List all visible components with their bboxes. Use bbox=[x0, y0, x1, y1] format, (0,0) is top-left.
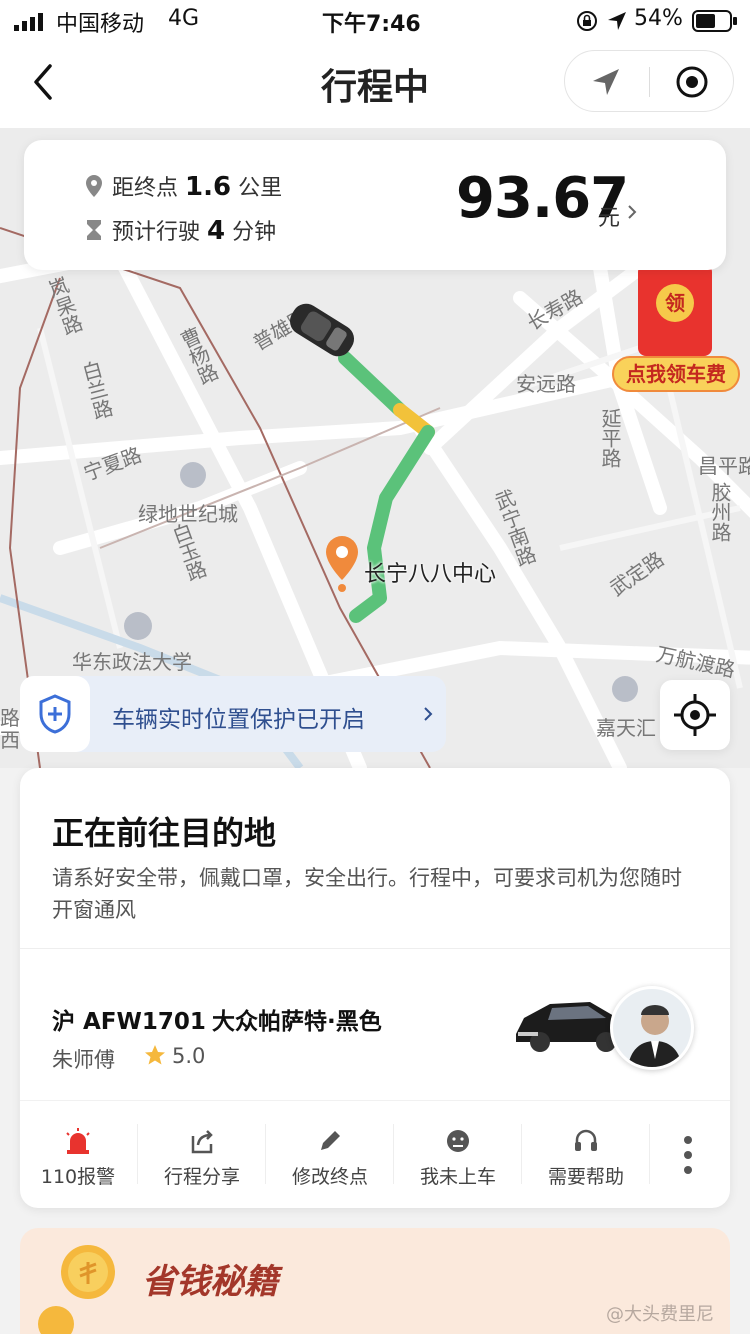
shield-plus-icon bbox=[39, 694, 71, 734]
driver-rating: 5.0 bbox=[172, 1044, 206, 1068]
action-label: 修改终点 bbox=[291, 1166, 368, 1188]
distance-text: 距终点 1.6 公里 bbox=[112, 170, 282, 202]
crosshair-icon bbox=[674, 694, 716, 736]
safety-banner[interactable]: 车辆实时位置保护已开启 bbox=[20, 676, 446, 752]
battery-percent: 54% bbox=[634, 6, 683, 31]
chevron-right-icon bbox=[626, 202, 638, 222]
carrier: 中国移动 bbox=[56, 12, 145, 37]
coin-icon bbox=[58, 1242, 118, 1302]
alarm-icon bbox=[66, 1128, 90, 1154]
face-icon bbox=[447, 1130, 469, 1152]
safety-text: 车辆实时位置保护已开启 bbox=[112, 707, 365, 733]
locate-me-button[interactable] bbox=[660, 680, 730, 750]
location-pin-icon bbox=[84, 174, 104, 198]
target-close-button[interactable] bbox=[675, 65, 709, 99]
nav-bar: 行程中 bbox=[0, 40, 750, 128]
headset-icon bbox=[575, 1129, 597, 1151]
alarm-110-button[interactable]: 110报警 bbox=[14, 1118, 142, 1198]
trip-info-card[interactable]: 距终点 1.6 公里 预计行驶 4 分钟 93.67 元 bbox=[24, 140, 726, 270]
eta-prefix: 预计行驶 bbox=[112, 220, 201, 245]
distance-value: 1.6 bbox=[185, 172, 232, 202]
share-icon bbox=[191, 1130, 213, 1154]
eta-unit: 分钟 bbox=[232, 220, 277, 245]
promo-redpacket[interactable]: 领 点我领车费 bbox=[612, 264, 740, 392]
eta-text: 预计行驶 4 分钟 bbox=[112, 214, 276, 246]
status-bar: 中国移动 4G 下午7:46 54% bbox=[0, 0, 750, 40]
divider bbox=[20, 1100, 730, 1101]
promo-icon-text: 领 bbox=[656, 284, 694, 322]
divider bbox=[649, 67, 650, 97]
watermark: @大头费里尼 bbox=[606, 1304, 714, 1325]
hourglass-icon bbox=[84, 218, 104, 242]
driver-name: 朱师傅 bbox=[52, 1048, 115, 1072]
eta-value: 4 bbox=[207, 216, 226, 246]
chevron-right-icon bbox=[422, 704, 434, 724]
distance-unit: 公里 bbox=[238, 176, 283, 201]
destination-pin-icon bbox=[324, 534, 360, 592]
change-destination-button[interactable]: 修改终点 bbox=[266, 1118, 394, 1198]
action-label: 行程分享 bbox=[163, 1166, 240, 1188]
divider bbox=[649, 1124, 650, 1184]
battery-icon bbox=[692, 10, 738, 32]
signal-icon bbox=[14, 12, 48, 31]
coin-icon bbox=[36, 1304, 76, 1334]
driver-avatar[interactable] bbox=[610, 986, 694, 1070]
not-boarded-button[interactable]: 我未上车 bbox=[394, 1118, 522, 1198]
destination-label: 长宁八八中心 bbox=[364, 562, 497, 587]
action-label: 我未上车 bbox=[419, 1166, 496, 1188]
promo-label: 点我领车费 bbox=[612, 356, 740, 392]
rotation-lock-icon bbox=[576, 10, 598, 32]
navigation-arrow-button[interactable] bbox=[589, 65, 623, 99]
share-trip-button[interactable]: 行程分享 bbox=[138, 1118, 266, 1198]
more-vertical-icon bbox=[684, 1136, 692, 1174]
star-icon bbox=[144, 1044, 166, 1066]
location-arrow-icon bbox=[606, 10, 628, 32]
car-model: 大众帕萨特·黑色 bbox=[212, 1009, 382, 1035]
action-label: 需要帮助 bbox=[547, 1166, 624, 1188]
more-options-button[interactable] bbox=[670, 1130, 706, 1180]
distance-prefix: 距终点 bbox=[112, 176, 179, 201]
savings-title: 省钱秘籍 bbox=[142, 1262, 278, 1302]
need-help-button[interactable]: 需要帮助 bbox=[522, 1118, 650, 1198]
license-plate: 沪 AFW1701 bbox=[52, 1009, 206, 1035]
network-type: 4G bbox=[168, 6, 200, 31]
status-title: 正在前往目的地 bbox=[52, 814, 277, 852]
action-label: 110报警 bbox=[40, 1166, 116, 1188]
capsule-menu bbox=[564, 50, 734, 112]
divider bbox=[20, 948, 730, 949]
savings-banner[interactable]: 省钱秘籍 @大头费里尼 bbox=[20, 1228, 730, 1334]
clock: 下午7:46 bbox=[322, 12, 421, 37]
status-tip: 请系好安全带，佩戴口罩，安全出行。行程中，可要求司机为您随时开窗通风 bbox=[52, 866, 682, 922]
fare-unit: 元 bbox=[598, 206, 621, 231]
pencil-icon bbox=[321, 1131, 340, 1150]
shield-badge bbox=[20, 676, 90, 752]
